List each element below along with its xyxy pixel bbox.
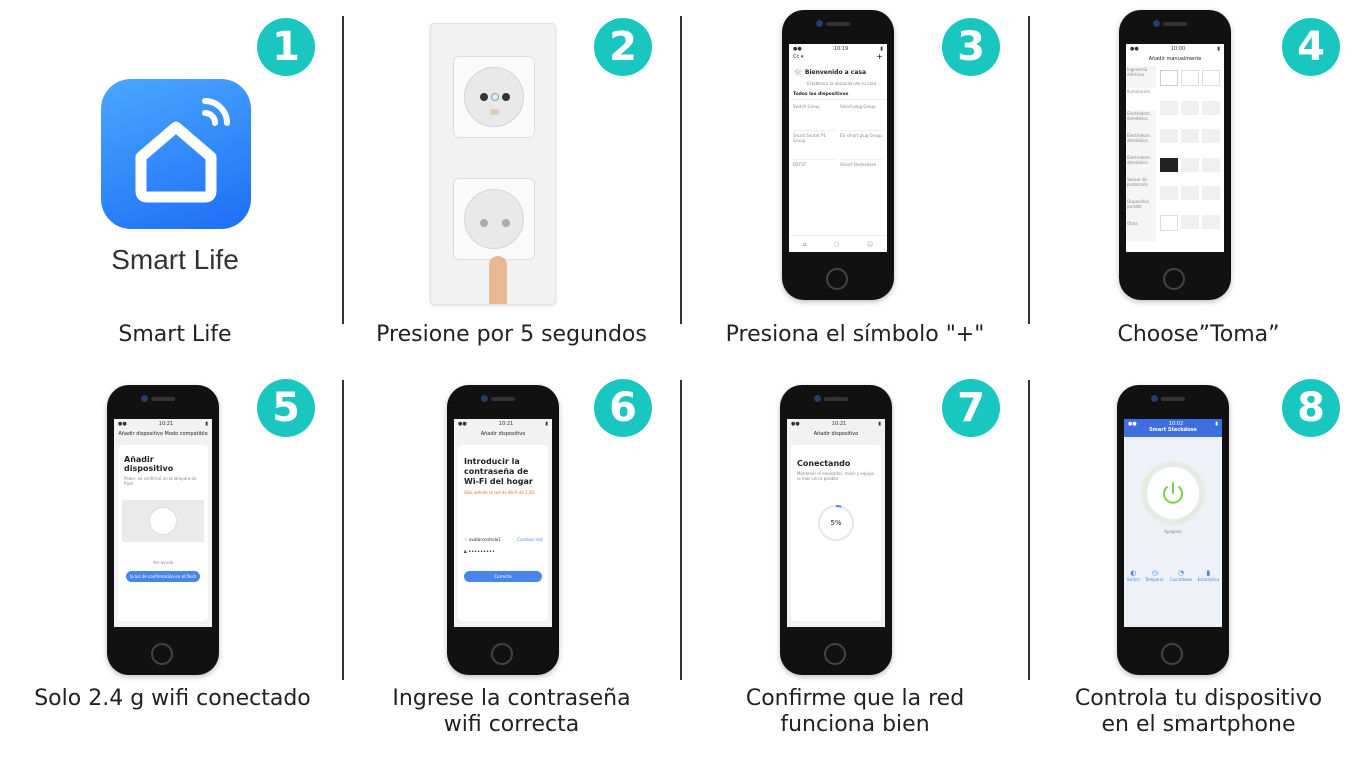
category-item[interactable]: Electrodom. doméstico <box>1126 154 1156 176</box>
device-card[interactable]: Smart Stecksdose <box>840 162 883 188</box>
device-image <box>149 507 177 535</box>
step-caption: Ingrese la contraseña wifi correcta <box>392 686 631 737</box>
category-item[interactable]: Electrodom. doméstico <box>1126 132 1156 154</box>
category-item[interactable]: Otros <box>1126 220 1156 242</box>
separator <box>680 16 682 324</box>
wall-outlet-image <box>430 23 556 305</box>
phone-screen: ●● 10:21 ▮ Añadir dispositivo Conectando M… <box>787 419 885 627</box>
phone-screen: ●● 10:02 ▮ Smart Steckdose Apagado ◐ Switch… <box>1124 419 1222 627</box>
password-field[interactable]: 🔒︎ ••••••••• <box>458 543 548 555</box>
socket-device-icon[interactable] <box>1160 70 1178 86</box>
screen-title: Conectando <box>797 459 851 468</box>
lock-icon: 🔒︎ <box>464 549 467 555</box>
category-item[interactable]: Electrodom. doméstico <box>1126 110 1156 132</box>
step-caption: Confirme que la red funciona bien <box>745 686 965 737</box>
step-number-badge: 6 <box>594 379 652 437</box>
phone: ●● 10:02 ▮ Smart Steckdose Apagado ◐ Switch… <box>1117 385 1229 675</box>
device-card[interactable]: Switch Group <box>793 104 836 131</box>
screen-nav-title: Añadir dispositivo Modo compatible <box>118 431 208 437</box>
step-caption: Presiona el símbolo "+" <box>725 322 985 347</box>
scenes-tab-icon[interactable]: ○ <box>834 241 839 248</box>
step-caption: Presione por 5 segundos <box>376 322 647 347</box>
profile-tab-icon[interactable]: ☺ <box>867 241 873 248</box>
screen-description: Mantener el enrutador, móvil y equipo lo… <box>797 471 875 481</box>
finger-press-icon <box>489 256 507 304</box>
step-number-badge: 8 <box>1282 379 1340 437</box>
devices-section-title: Todos los dispositivos <box>789 90 887 100</box>
change-network-link[interactable]: Cambiar red <box>517 537 542 543</box>
welcome-text: Bienvenido a casa <box>804 69 867 76</box>
home-tab-icon[interactable]: ⌂ <box>803 241 807 248</box>
category-item[interactable]: Dispositivo portátil <box>1126 198 1156 220</box>
socket-bottom <box>453 178 535 260</box>
category-item[interactable]: Iluminación <box>1126 88 1156 110</box>
screen-description: Poder, se confirmó en la lámpara de flas… <box>124 476 197 486</box>
screen-title: Introducir la contraseña de Wi-Fi del ho… <box>464 457 533 486</box>
phone: ●● 10:21 ▮ Añadir dispositivo Conectando M… <box>780 385 892 675</box>
screen-title: Añadir dispositivo <box>124 455 174 473</box>
phone: ●● 10:00 ▮ Añadir manualmente Ingeniería e… <box>1119 10 1231 300</box>
help-link[interactable]: Ver ayuda <box>118 560 208 565</box>
phone: ●● 10:21 ▮ Añadir dispositivo Modo compati… <box>107 385 219 675</box>
statistics-tab[interactable]: ▮ Estadística <box>1198 569 1220 582</box>
category-item[interactable]: Sensor de protección <box>1126 176 1156 198</box>
phone-screen: ●● 10:21 ▮ Añadir dispositivo Modo compati… <box>114 419 212 627</box>
separator <box>1028 16 1030 324</box>
phone: ●● 10:21 ▮ Añadir dispositivo Introducir l… <box>447 385 559 675</box>
power-button[interactable] <box>1147 467 1199 519</box>
device-card[interactable]: Smart plug Group <box>840 104 883 131</box>
progress-percent: 5% <box>830 519 842 527</box>
step-number-badge: 4 <box>1282 18 1340 76</box>
step-number-badge: 7 <box>942 379 1000 437</box>
step-number-badge: 1 <box>257 18 315 76</box>
device-status: Apagado <box>1164 529 1182 534</box>
device-card[interactable]: Smart Socket P1 Group <box>793 133 836 160</box>
confirm-button[interactable]: Correcto <box>464 571 542 582</box>
timer-tab[interactable]: ◷ Temporiz. <box>1145 569 1164 582</box>
smart-life-app-icon[interactable] <box>101 79 251 229</box>
wifi-name-field[interactable]: ⌔ avatarcontrolo1 <box>464 537 501 543</box>
screen-nav-title: Añadir manualmente <box>1148 56 1202 62</box>
power-icon <box>1163 482 1183 504</box>
add-plus-icon[interactable]: + <box>876 53 883 61</box>
step-number-badge: 3 <box>942 18 1000 76</box>
countdown-tab[interactable]: ◔ Countdown <box>1170 569 1193 582</box>
switch-tab[interactable]: ◐ Switch <box>1127 569 1140 582</box>
app-name-label: Smart Life <box>111 244 239 275</box>
step-caption: Smart Life <box>118 322 232 347</box>
screen-nav-title: Añadir dispositivo <box>480 431 526 437</box>
wifi-icon: ⌔ <box>464 537 468 542</box>
separator <box>680 380 682 680</box>
house-wifi-icon <box>135 98 230 203</box>
step-number-badge: 5 <box>257 379 315 437</box>
wifi-warning: Sólo admite la red de Wi-Fi de 2,4G <box>464 490 535 495</box>
phone-screen: ●● 10:19 ▮ Cc ▾ + ☼ Bienvenido a casa Esta… <box>789 44 887 252</box>
step-caption: Solo 2.4 g wifi conectado <box>34 686 311 711</box>
device-card[interactable]: EU smart plug Group <box>840 133 883 160</box>
phone-screen: ●● 10:21 ▮ Añadir dispositivo Introducir l… <box>454 419 552 627</box>
progress-ring: 5% <box>816 503 856 543</box>
step-number-badge: 2 <box>594 18 652 76</box>
confirm-button[interactable]: la luz de confirmación en el flash <box>126 571 200 582</box>
step-caption: Controla tu dispositivo en el smartphone <box>1074 686 1323 737</box>
step-caption: Choose”Toma” <box>1117 322 1280 347</box>
screen-nav-title: Smart Steckdose <box>1149 427 1197 433</box>
screen-nav-title: Añadir dispositivo <box>813 431 859 437</box>
category-item[interactable]: Ingeniería eléctrica <box>1126 66 1156 88</box>
separator <box>342 380 344 680</box>
socket-top <box>453 56 535 138</box>
separator <box>342 16 344 324</box>
device-card[interactable]: DSTST <box>793 162 836 188</box>
phone-screen: ●● 10:00 ▮ Añadir manualmente Ingeniería e… <box>1126 44 1224 252</box>
separator <box>1028 380 1030 680</box>
sun-icon: ☼ <box>793 66 803 79</box>
phone: ●● 10:19 ▮ Cc ▾ + ☼ Bienvenido a casa Esta… <box>782 10 894 300</box>
